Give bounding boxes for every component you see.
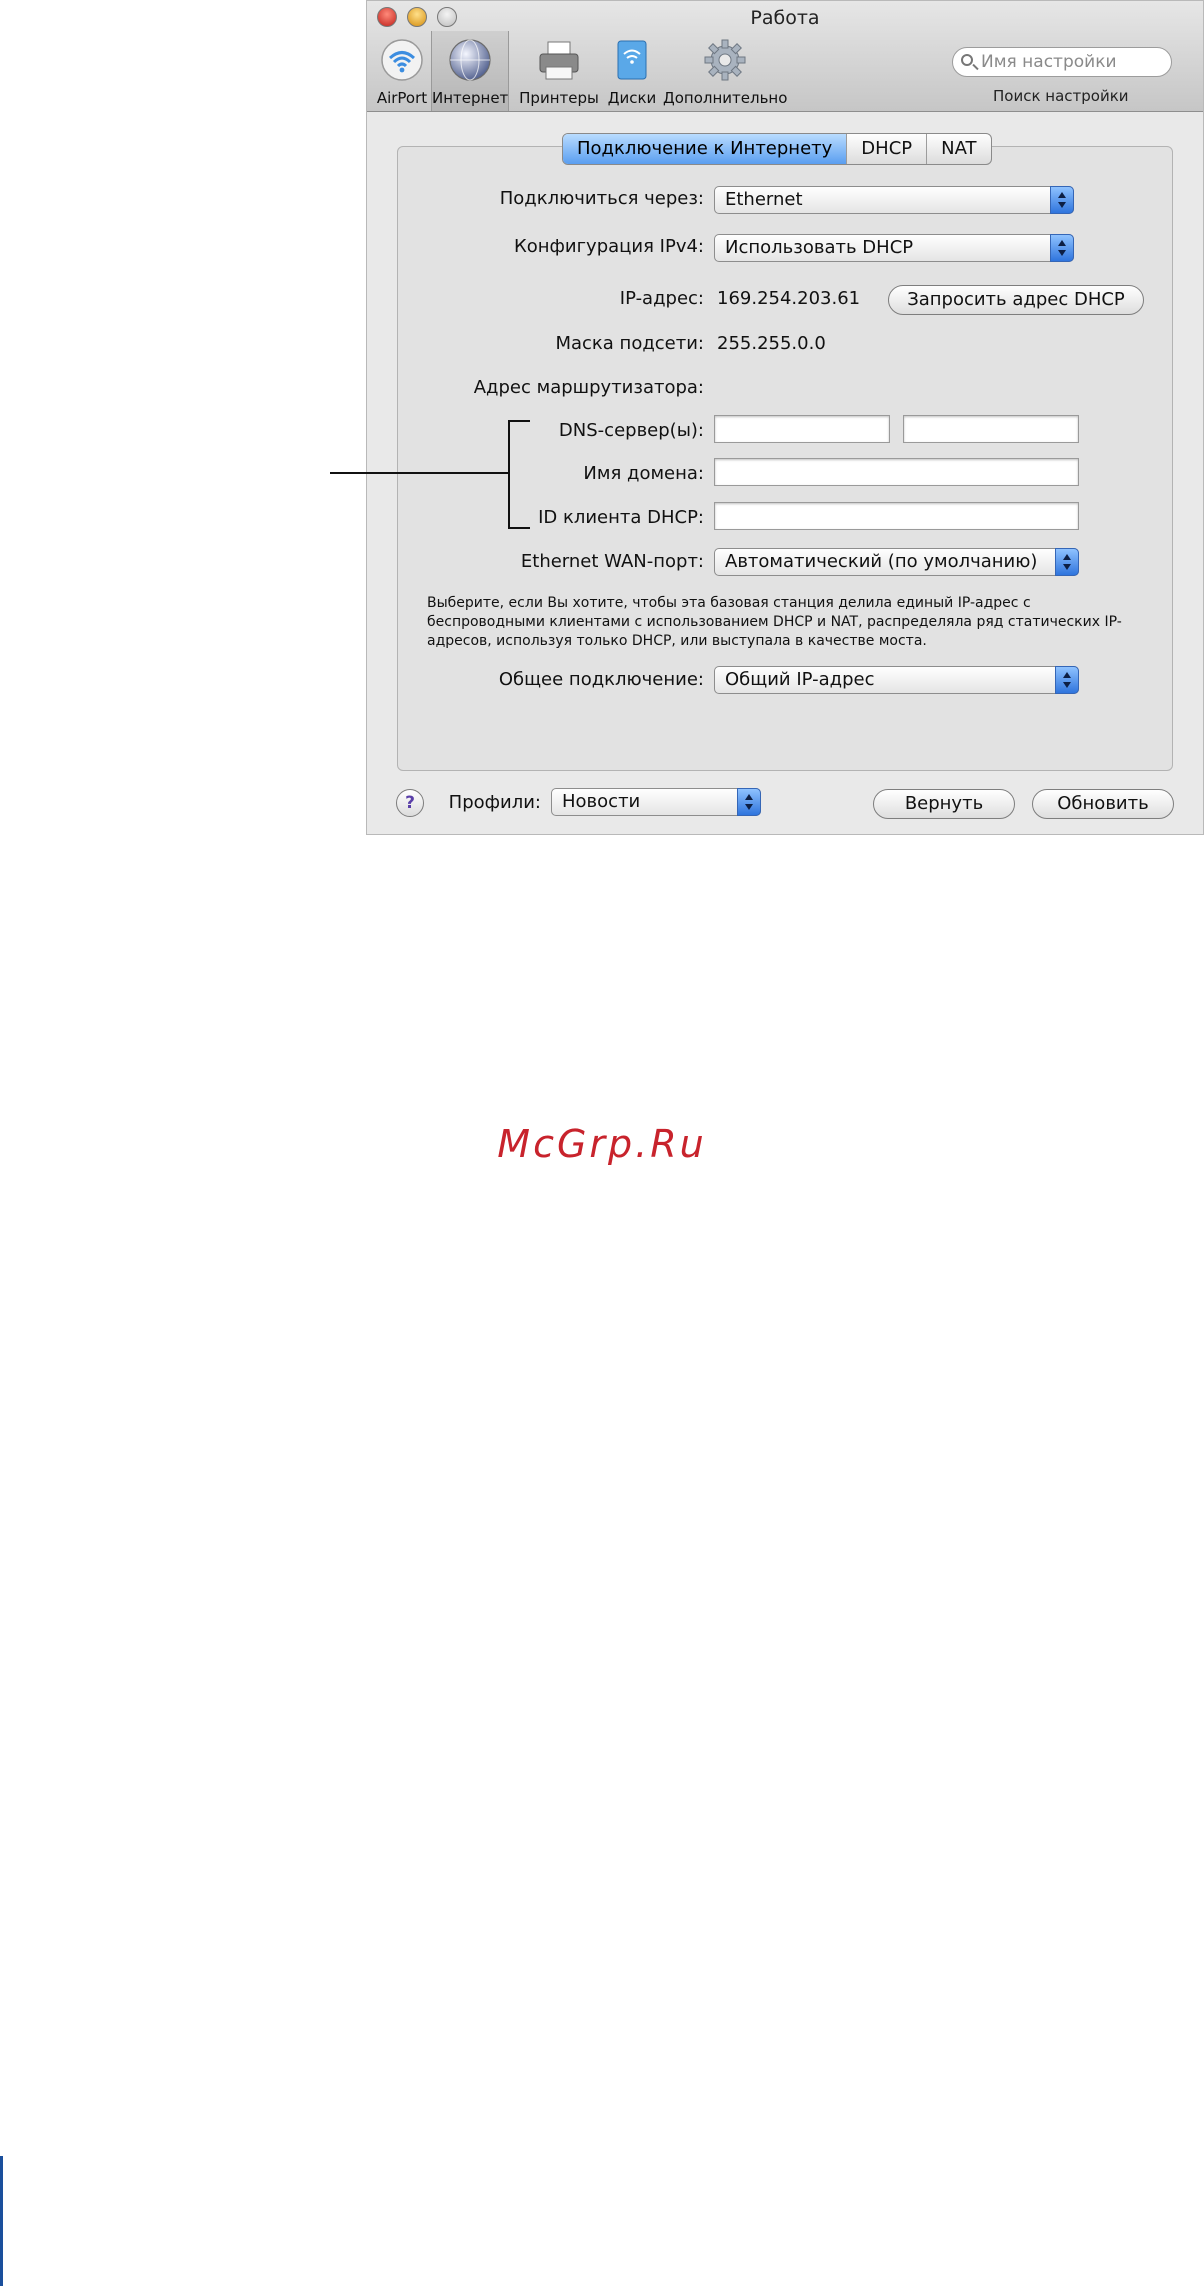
gear-icon xyxy=(704,39,746,81)
toolbar-item-airport[interactable]: AirPort xyxy=(373,37,431,107)
profiles-select[interactable]: Новости xyxy=(551,788,761,816)
profiles-value: Новости xyxy=(562,791,641,812)
connect-via-value: Ethernet xyxy=(725,189,803,210)
domain-name-label: Имя домена: xyxy=(583,463,704,484)
internet-globe-icon xyxy=(449,39,491,81)
ipv4-config-label: Конфигурация IPv4: xyxy=(513,236,704,257)
settings-search-input[interactable]: Имя настройки xyxy=(952,47,1172,77)
page-edge-marker xyxy=(0,2156,3,2286)
disk-icon xyxy=(617,40,647,80)
profiles-label: Профили: xyxy=(448,792,541,813)
toolbar-item-disks[interactable]: Диски xyxy=(604,37,660,107)
toolbar-label-printers: Принтеры xyxy=(519,89,599,107)
tab-nat[interactable]: NAT xyxy=(926,134,990,164)
toolbar-label-internet: Интернет xyxy=(432,89,509,107)
callout-leader-line xyxy=(330,472,508,474)
ipv4-config-select[interactable]: Использовать DHCP xyxy=(714,234,1074,262)
connection-sharing-value: Общий IP-адрес xyxy=(725,669,875,690)
tab-bar: Подключение к Интернету DHCP NAT xyxy=(562,133,992,165)
connection-sharing-label: Общее подключение: xyxy=(498,669,704,690)
select-arrows-icon xyxy=(1055,548,1079,576)
update-button[interactable]: Обновить xyxy=(1032,789,1174,819)
window-title: Работа xyxy=(750,7,820,29)
toolbar-label-airport: AirPort xyxy=(376,89,428,107)
select-arrows-icon xyxy=(737,788,761,816)
wan-port-label: Ethernet WAN-порт: xyxy=(520,551,704,572)
router-address-label: Адрес маршрутизатора: xyxy=(473,377,704,398)
printer-icon xyxy=(539,41,579,80)
search-icon xyxy=(961,54,973,66)
toolbar-item-printers[interactable]: Принтеры xyxy=(517,37,601,107)
dns-server-1-input[interactable] xyxy=(714,415,890,443)
select-arrows-icon xyxy=(1055,666,1079,694)
renew-dhcp-button[interactable]: Запросить адрес DHCP xyxy=(888,285,1144,315)
toolbar-label-advanced: Дополнительно xyxy=(663,89,788,107)
connection-sharing-select[interactable]: Общий IP-адрес xyxy=(714,666,1079,694)
watermark: McGrp.Ru xyxy=(497,1122,707,1166)
ipv4-config-value: Использовать DHCP xyxy=(725,237,914,258)
subnet-mask-value: 255.255.0.0 xyxy=(717,333,826,354)
help-button[interactable]: ? xyxy=(396,789,424,817)
search-placeholder: Имя настройки xyxy=(981,52,1117,72)
connection-sharing-description: Выберите, если Вы хотите, чтобы эта базо… xyxy=(427,595,1122,649)
airport-icon xyxy=(381,39,423,81)
wan-port-value: Автоматический (по умолчанию) xyxy=(725,551,1038,572)
wan-port-select[interactable]: Автоматический (по умолчанию) xyxy=(714,548,1079,576)
toolbar-item-advanced[interactable]: Дополнительно xyxy=(663,37,787,107)
select-arrows-icon xyxy=(1050,186,1074,214)
callout-bracket xyxy=(508,420,530,529)
subnet-mask-label: Маска подсети: xyxy=(555,333,704,354)
connect-via-label: Подключиться через: xyxy=(499,188,704,209)
tab-dhcp[interactable]: DHCP xyxy=(846,134,926,164)
toolbar-label-disks: Диски xyxy=(607,89,657,107)
revert-button[interactable]: Вернуть xyxy=(873,789,1015,819)
ip-address-value: 169.254.203.61 xyxy=(717,288,861,309)
title-bar: Работа AirPort Интернет Принтеры Диски Д… xyxy=(367,1,1203,112)
tab-internet-connection[interactable]: Подключение к Интернету xyxy=(563,134,847,164)
dns-servers-label: DNS-сервер(ы): xyxy=(558,420,704,441)
dhcp-client-id-label: ID клиента DHCP: xyxy=(538,507,704,528)
dhcp-client-id-input[interactable] xyxy=(714,502,1079,530)
search-caption: Поиск настройки xyxy=(993,87,1129,105)
dns-server-2-input[interactable] xyxy=(903,415,1079,443)
ip-address-label: IP-адрес: xyxy=(619,288,704,309)
select-arrows-icon xyxy=(1050,234,1074,262)
toolbar-item-internet[interactable]: Интернет xyxy=(431,31,509,111)
domain-name-input[interactable] xyxy=(714,458,1079,486)
connect-via-select[interactable]: Ethernet xyxy=(714,186,1074,214)
